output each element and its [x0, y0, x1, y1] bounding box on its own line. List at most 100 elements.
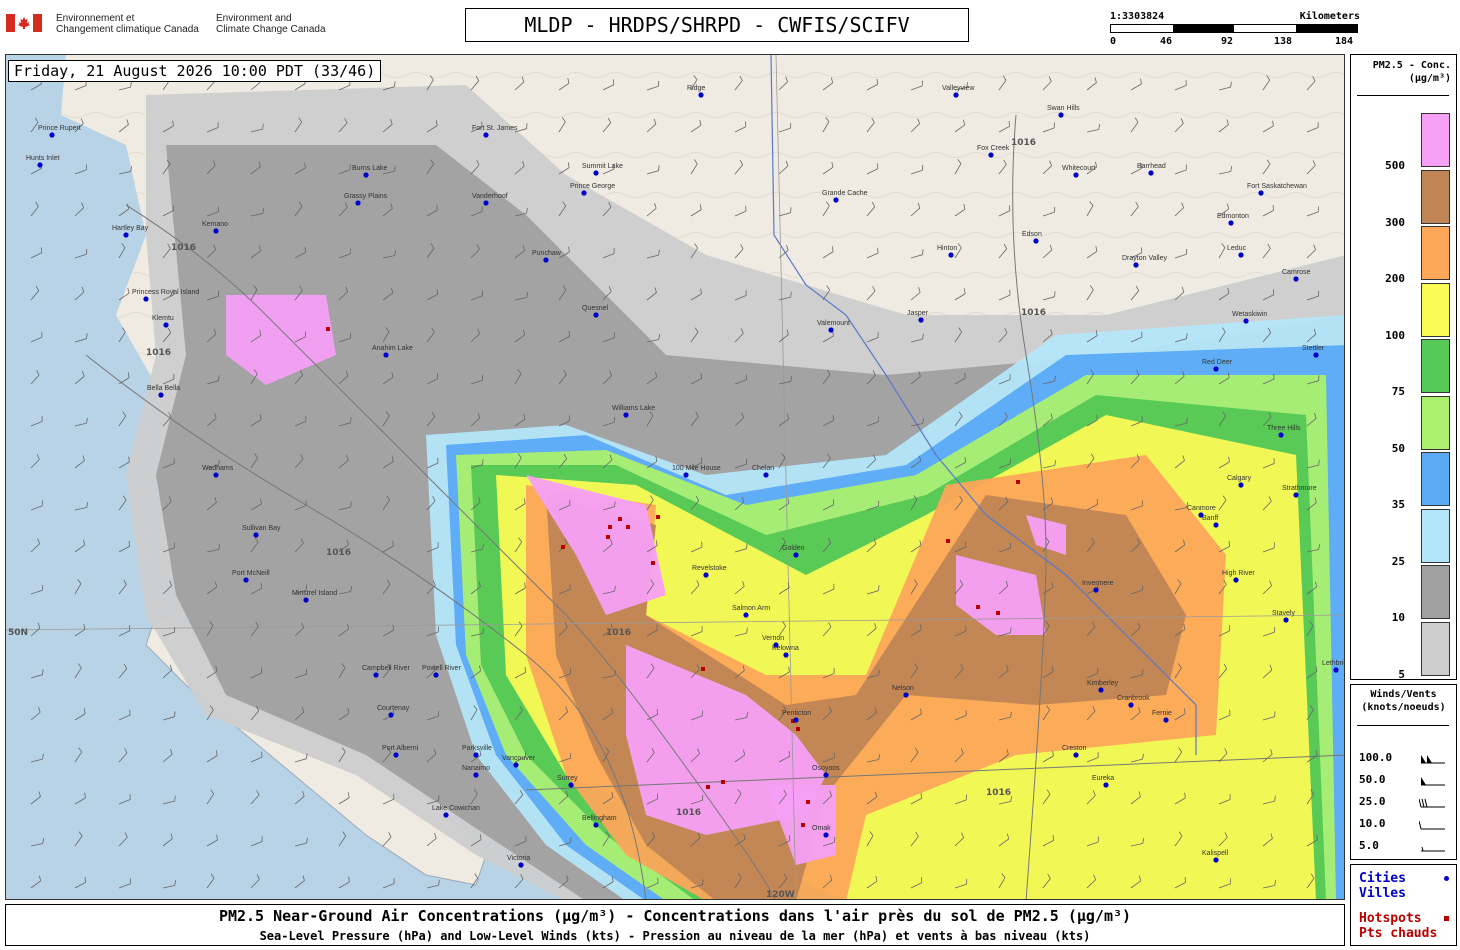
city-label: Port Alberni	[382, 745, 419, 752]
city-marker	[1198, 512, 1204, 518]
city-marker	[763, 472, 769, 478]
hotspot-marker	[326, 327, 330, 331]
legend-swatch	[1421, 508, 1450, 563]
city-label: Edmonton	[1217, 213, 1249, 220]
winds-legend: Winds/Vents (knots/noeuds) 100.0 50.0 25.0…	[1350, 684, 1457, 860]
city-label: Prince Rupert	[38, 125, 81, 132]
legend-title-line2: (µg/m³)	[1408, 73, 1451, 84]
isobar-value: 1016	[146, 348, 171, 358]
city-label: Grassy Plains	[344, 193, 388, 200]
city-marker	[1093, 587, 1099, 593]
city-marker	[518, 862, 524, 868]
legend-swatch-label: 35	[1391, 498, 1405, 511]
scale-unit: Kilometers	[1299, 11, 1360, 22]
legend-swatch-label: 300	[1385, 215, 1405, 229]
city-label: Revelstoke	[692, 565, 727, 572]
city-label: Barrhead	[1137, 163, 1166, 170]
city-marker	[593, 822, 599, 828]
city-marker	[303, 597, 309, 603]
city-marker	[988, 152, 994, 158]
isobar-value: 1016	[1011, 138, 1036, 148]
city-label: Campbell River	[362, 665, 411, 672]
city-label: Wadhams	[202, 465, 234, 472]
city-label: Golden	[782, 545, 805, 552]
city-marker	[1238, 252, 1244, 258]
city-label: Victoria	[507, 855, 530, 862]
footer-caption: PM2.5 Near-Ground Air Concentrations (µg…	[5, 904, 1345, 946]
markers-legend: Cities Villes Hotspots Pts chauds	[1350, 864, 1457, 946]
isobar-value: 1016	[171, 243, 196, 253]
hotspot-marker	[996, 611, 1000, 615]
city-label: Drayton Valley	[1122, 255, 1168, 262]
wind-speed-label: 5.0	[1359, 839, 1379, 852]
legend-swatch-label: 75	[1391, 385, 1405, 398]
city-marker	[918, 317, 924, 323]
city-label: Osoyoos	[812, 765, 840, 772]
hotspot-marker	[801, 823, 805, 827]
hotspot-marker	[608, 525, 612, 529]
city-marker	[483, 200, 489, 206]
city-label: Anahim Lake	[372, 345, 413, 352]
city-label: Kimberley	[1087, 680, 1119, 687]
city-label: Creston	[1062, 745, 1087, 752]
city-marker	[49, 132, 55, 138]
city-marker	[1213, 366, 1219, 372]
city-label: Leduc	[1227, 245, 1247, 252]
city-marker	[903, 692, 909, 698]
city-label: Quesnel	[582, 305, 609, 312]
hotspot-marker	[796, 727, 800, 731]
city-label: Hunts Inlet	[26, 155, 60, 162]
city-label: Bella Bella	[147, 385, 180, 392]
scale-ratio: 1:3303824	[1110, 11, 1165, 22]
legend-swatch-label: 10	[1391, 611, 1405, 624]
city-marker	[158, 392, 164, 398]
wind-legend-row: 25.0	[1359, 795, 1451, 811]
city-marker	[213, 472, 219, 478]
cities-line1: Cities	[1359, 871, 1406, 886]
city-label: Banff	[1202, 515, 1218, 522]
city-label: Vanderhoof	[472, 193, 508, 200]
city-marker	[1033, 238, 1039, 244]
city-marker	[388, 712, 394, 718]
city-marker	[593, 170, 599, 176]
winds-title-line2: (knots/noeuds)	[1361, 702, 1446, 713]
city-label: Fernie	[1152, 710, 1172, 717]
city-label: Williams Lake	[612, 405, 655, 412]
hotspot-marker	[706, 785, 710, 789]
city-marker	[833, 197, 839, 203]
wind-legend-row: 100.0	[1359, 751, 1451, 767]
hotspot-marker	[606, 535, 610, 539]
footer-title: PM2.5 Near-Ground Air Concentrations (µg…	[218, 907, 1132, 925]
city-label: Powell River	[422, 665, 462, 672]
city-marker	[1103, 782, 1109, 788]
city-marker	[243, 577, 249, 583]
concentration-legend: PM2.5 - Conc. (µg/m³) 500 300 200 100 75 50 35…	[1350, 54, 1457, 681]
city-label: Bellingham	[582, 815, 617, 822]
city-marker	[581, 190, 587, 196]
legend-swatch-label: 50	[1391, 441, 1405, 455]
city-marker	[473, 752, 479, 758]
city-label: Omak	[812, 825, 831, 832]
hotspots-line1: Hotspots	[1359, 911, 1422, 926]
city-label: High River	[1222, 570, 1255, 577]
city-label: Whitecourt	[1062, 165, 1096, 172]
legend-swatch-label: 25	[1391, 554, 1405, 568]
city-label: Summit Lake	[582, 163, 623, 170]
city-marker	[433, 672, 439, 678]
cities-legend-label: Cities Villes	[1359, 871, 1406, 901]
map-viewport[interactable]: 1016 1016 1016 1016 1016 1016 1016 1016 Prince …	[5, 54, 1345, 900]
city-dot-icon	[1444, 876, 1449, 881]
city-marker	[593, 312, 599, 318]
wind-barb-icon	[1419, 798, 1445, 808]
wind-barb-icon	[1419, 820, 1445, 830]
wind-legend-row: 50.0	[1359, 773, 1451, 789]
city-marker	[1148, 170, 1154, 176]
city-marker	[948, 252, 954, 258]
city-marker	[1258, 190, 1264, 196]
city-label: Ridge	[687, 85, 705, 92]
city-label: Valleyview	[942, 85, 975, 92]
city-label: Parksville	[462, 745, 492, 752]
canada-flag-icon	[6, 14, 42, 32]
city-marker	[355, 200, 361, 206]
city-label: Fox Creek	[977, 145, 1010, 152]
